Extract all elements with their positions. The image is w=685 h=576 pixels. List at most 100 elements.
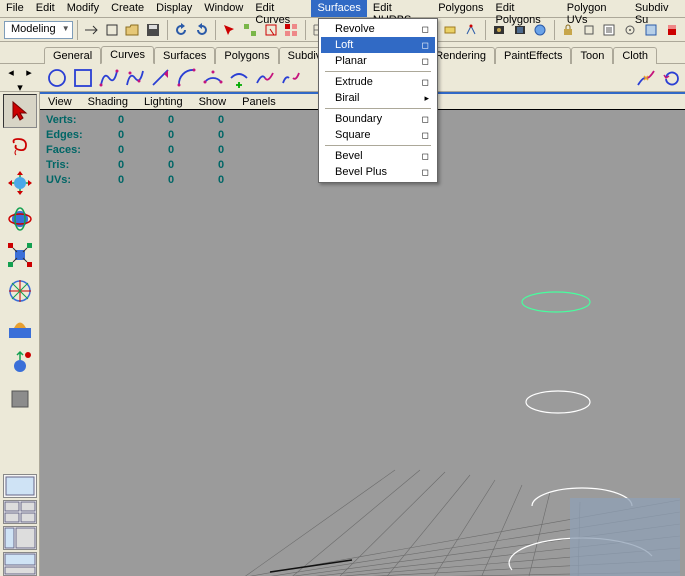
ep-curve-icon[interactable] xyxy=(96,65,122,91)
main-menubar: FileEditModifyCreateDisplayWindowEdit Cu… xyxy=(0,0,685,18)
attach-curve-icon[interactable] xyxy=(252,65,278,91)
channel-box-icon[interactable] xyxy=(642,20,661,40)
separator xyxy=(554,20,555,40)
viewport-menu-panels[interactable]: Panels xyxy=(234,94,284,109)
shelf-tab-curves[interactable]: Curves xyxy=(101,46,154,64)
ipr-render-icon[interactable] xyxy=(510,20,529,40)
four-view-layout-button[interactable] xyxy=(3,500,37,524)
mode-combo[interactable]: Modeling xyxy=(4,21,73,39)
selected-curve xyxy=(522,292,590,312)
tool-settings-icon[interactable] xyxy=(621,20,640,40)
separator xyxy=(167,20,168,40)
new-scene-icon[interactable] xyxy=(102,20,121,40)
menu-item-modify[interactable]: Modify xyxy=(61,0,105,17)
menu-item-file[interactable]: File xyxy=(0,0,30,17)
open-close-curve-icon[interactable] xyxy=(659,65,685,91)
open-scene-icon[interactable] xyxy=(123,20,142,40)
viewport-menu-lighting[interactable]: Lighting xyxy=(136,94,191,109)
option-box-icon[interactable]: ◻ xyxy=(422,40,429,51)
detach-curve-icon[interactable] xyxy=(278,65,304,91)
shelf-tab-general[interactable]: General xyxy=(44,47,101,64)
menu-item-bevel-plus[interactable]: Bevel Plus◻ xyxy=(321,164,435,180)
menu-item-polygons[interactable]: Polygons xyxy=(432,0,489,17)
persp-graph-layout-button[interactable] xyxy=(3,552,37,576)
scale-tool-button[interactable] xyxy=(3,238,37,272)
menu-item-boundary[interactable]: Boundary◻ xyxy=(321,111,435,127)
show-manipulator-icon[interactable] xyxy=(579,20,598,40)
viewport-menu-show[interactable]: Show xyxy=(191,94,235,109)
show-manipulator-button[interactable] xyxy=(3,346,37,380)
menu-item-extrude[interactable]: Extrude◻ xyxy=(321,74,435,90)
universal-manipulator-button[interactable] xyxy=(3,274,37,308)
separator xyxy=(215,20,216,40)
option-box-icon[interactable]: ◻ xyxy=(422,167,429,178)
arc-tool-icon[interactable] xyxy=(174,65,200,91)
redo-icon[interactable] xyxy=(192,20,211,40)
undo-icon[interactable] xyxy=(171,20,190,40)
add-points-icon[interactable] xyxy=(226,65,252,91)
cv-curve-icon[interactable] xyxy=(122,65,148,91)
select-tool-button[interactable] xyxy=(3,94,37,128)
single-pane-layout-button[interactable] xyxy=(3,474,37,498)
menu-item-birail[interactable]: Birail xyxy=(321,90,435,106)
persp-outliner-layout-button[interactable] xyxy=(3,526,37,550)
nurbs-circle-icon[interactable] xyxy=(44,65,70,91)
menu-item-polygon-uvs[interactable]: Polygon UVs xyxy=(561,0,629,17)
option-box-icon[interactable]: ◻ xyxy=(422,151,429,162)
three-point-arc-icon[interactable] xyxy=(200,65,226,91)
shelf-menu-icon[interactable]: ▾ xyxy=(2,80,38,94)
menu-item-edit[interactable]: Edit xyxy=(30,0,61,17)
select-by-name-icon[interactable] xyxy=(220,20,239,40)
menu-item-display[interactable]: Display xyxy=(150,0,198,17)
save-scene-icon[interactable] xyxy=(144,20,163,40)
shelf-controls: ◂▸ ▾ xyxy=(2,64,42,94)
option-box-icon[interactable]: ◻ xyxy=(422,77,429,88)
select-object-icon[interactable] xyxy=(261,20,280,40)
lock-icon[interactable] xyxy=(559,20,578,40)
menu-separator xyxy=(325,71,431,72)
menu-item-loft[interactable]: Loft◻ xyxy=(321,37,435,53)
separator xyxy=(77,20,78,40)
arrow-icon[interactable] xyxy=(82,20,101,40)
viewport-menu-view[interactable]: View xyxy=(40,94,80,109)
menu-item-bevel[interactable]: Bevel◻ xyxy=(321,148,435,164)
menu-item-window[interactable]: Window xyxy=(198,0,249,17)
soft-modification-button[interactable] xyxy=(3,310,37,344)
layer-editor-icon[interactable] xyxy=(662,20,681,40)
move-tool-button[interactable] xyxy=(3,166,37,200)
history-out-icon[interactable] xyxy=(441,20,460,40)
viewport-menu-shading[interactable]: Shading xyxy=(80,94,136,109)
last-tool-button[interactable] xyxy=(3,382,37,416)
render-frame-icon[interactable] xyxy=(489,20,508,40)
menu-item-edit-polygons[interactable]: Edit Polygons xyxy=(489,0,560,17)
menu-item-square[interactable]: Square◻ xyxy=(321,127,435,143)
option-box-icon[interactable]: ◻ xyxy=(422,56,429,67)
option-box-icon[interactable]: ◻ xyxy=(422,114,429,125)
pencil-curve-icon[interactable] xyxy=(148,65,174,91)
select-component-icon[interactable] xyxy=(282,20,301,40)
menu-item-surfaces[interactable]: Surfaces xyxy=(311,0,366,17)
shelf-tab-right-icon[interactable]: ▸ xyxy=(20,64,38,80)
lasso-tool-button[interactable] xyxy=(3,130,37,164)
select-hierarchy-icon[interactable] xyxy=(241,20,260,40)
shelf-tab-toon[interactable]: Toon xyxy=(571,47,613,64)
menu-item-edit-curves[interactable]: Edit Curves xyxy=(249,0,311,17)
menu-item-revolve[interactable]: Revolve◻ xyxy=(321,21,435,37)
attr-editor-icon[interactable] xyxy=(600,20,619,40)
shelf-tab-left-icon[interactable]: ◂ xyxy=(2,64,20,80)
menu-item-subdiv-su[interactable]: Subdiv Su xyxy=(629,0,685,17)
menu-item-edit-nurbs[interactable]: Edit NURBS xyxy=(367,0,432,17)
menu-item-create[interactable]: Create xyxy=(105,0,150,17)
menu-item-planar[interactable]: Planar◻ xyxy=(321,53,435,69)
construction-history-icon[interactable] xyxy=(462,20,481,40)
render-globals-icon[interactable] xyxy=(531,20,550,40)
rotate-tool-button[interactable] xyxy=(3,202,37,236)
shelf-tab-cloth[interactable]: Cloth xyxy=(613,47,657,64)
shelf-tab-painteffects[interactable]: PaintEffects xyxy=(495,47,572,64)
nurbs-square-icon[interactable] xyxy=(70,65,96,91)
shelf-tab-polygons[interactable]: Polygons xyxy=(215,47,278,64)
shelf-tab-surfaces[interactable]: Surfaces xyxy=(154,47,215,64)
option-box-icon[interactable]: ◻ xyxy=(422,130,429,141)
option-box-icon[interactable]: ◻ xyxy=(422,24,429,35)
align-curve-icon[interactable] xyxy=(633,65,659,91)
